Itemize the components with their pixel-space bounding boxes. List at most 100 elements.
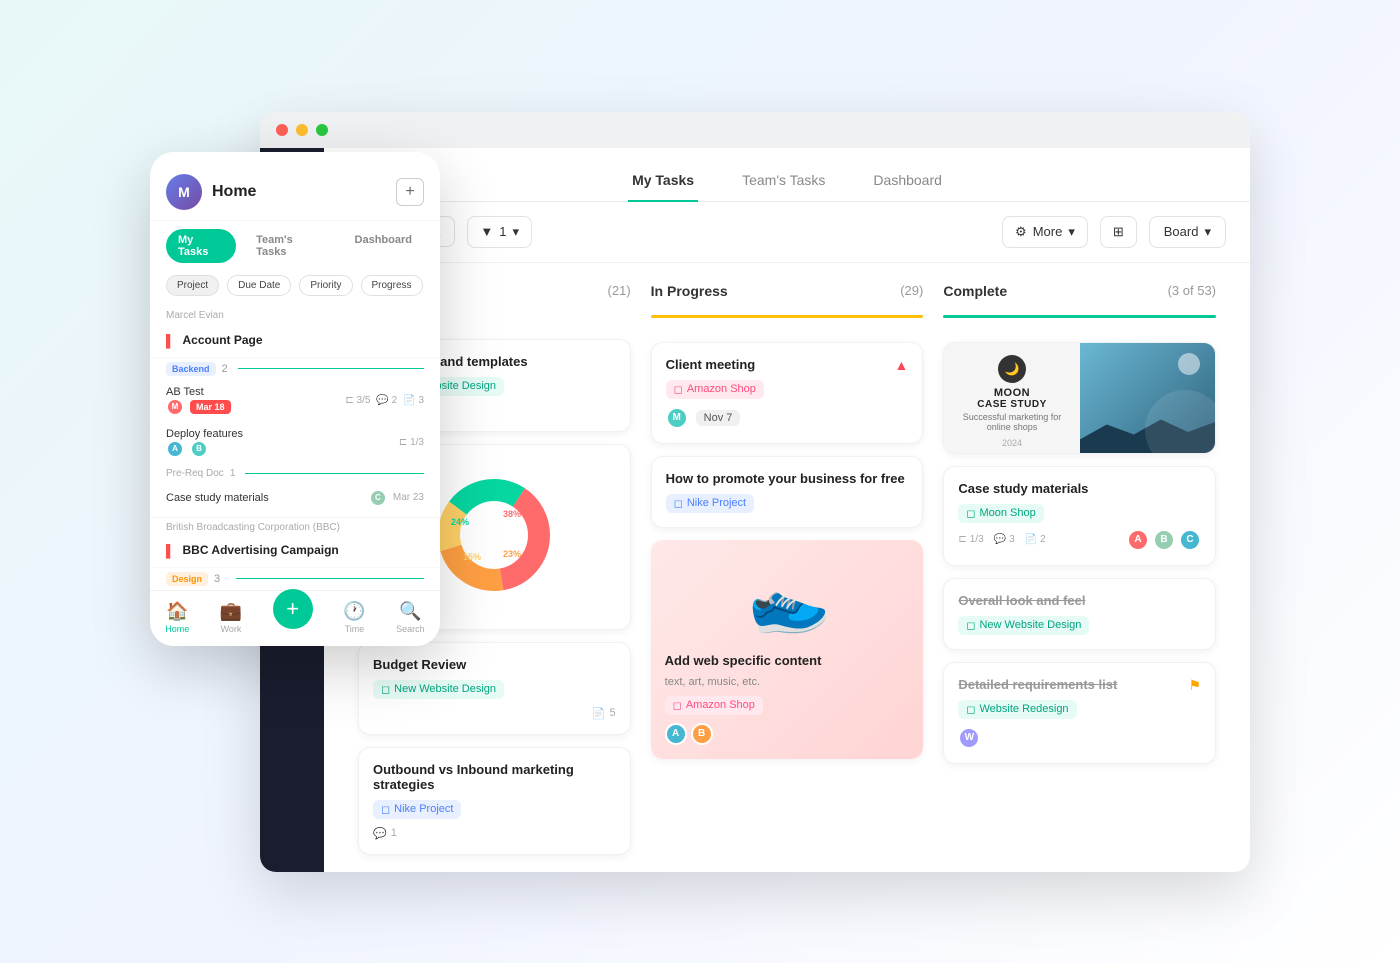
- avatar-web-1: A: [665, 723, 687, 745]
- complete-line: [943, 315, 1216, 318]
- mobile-nav-search[interactable]: 🔍 Search: [396, 601, 425, 634]
- avatar-deploy-1: A: [166, 440, 184, 458]
- toolbar: + + Add Task ▼ 1 ▾ ⚙ More ▾: [324, 202, 1250, 263]
- mobile-design-header: Design 3: [150, 568, 440, 590]
- priority-icon-bbc: ▌: [166, 544, 175, 558]
- file-icon: 📄: [592, 707, 606, 720]
- design-line: [236, 578, 424, 579]
- card-case-study-project[interactable]: ◻ Moon Shop: [958, 504, 1043, 523]
- meta-ab-files: 📄 3: [403, 395, 424, 406]
- card-web-content-project[interactable]: ◻ Amazon Shop: [665, 696, 763, 715]
- tag-icon-client: ◻: [674, 383, 683, 396]
- card-overall-look[interactable]: Overall look and feel ◻ New Website Desi…: [943, 578, 1216, 650]
- inprogress-count: (29): [900, 283, 923, 298]
- grid-view-button[interactable]: ⊞: [1100, 216, 1137, 248]
- donut-chart: 38% 23% 15% 24%: [434, 475, 554, 595]
- card-promote-business[interactable]: How to promote your business for free ◻ …: [651, 456, 924, 528]
- filter-button[interactable]: ▼ 1 ▾: [467, 216, 532, 248]
- card-web-content-title: Add web specific content: [665, 653, 910, 668]
- card-outbound-marketing[interactable]: Outbound vs Inbound marketing strategies…: [358, 747, 631, 855]
- maximize-button[interactable]: [316, 124, 328, 136]
- mobile-filter-priority[interactable]: Priority: [299, 275, 352, 296]
- card-budget-project[interactable]: ◻ New Website Design: [373, 680, 504, 699]
- mobile-overlay: M Home + My Tasks Team's Tasks Dashboard…: [150, 152, 440, 646]
- meta-ab-comments: 💬 2: [376, 395, 397, 406]
- mobile-task-account-page[interactable]: ▌ Account Page: [150, 325, 440, 358]
- mobile-nav-home[interactable]: 🏠 Home: [165, 601, 189, 634]
- card-outbound-project[interactable]: ◻ Nike Project: [373, 800, 461, 819]
- mobile-backend-header: Backend 2: [150, 358, 440, 380]
- shoe-image: 👟: [739, 554, 835, 647]
- time-nav-icon: 🕐: [343, 601, 365, 622]
- card-client-meeting-title: Client meeting: [666, 357, 756, 372]
- tasks-icon: ⊏: [958, 534, 966, 545]
- mobile-filter-bar: Project Due Date Priority Progress: [150, 271, 440, 304]
- card-add-web-content[interactable]: 👟 Add web specific content text, art, mu…: [651, 540, 924, 759]
- moon-card-image: [1080, 343, 1215, 454]
- complete-count: (3 of 53): [1168, 283, 1216, 298]
- mobile-nav-add[interactable]: +: [273, 589, 313, 629]
- date-case-mobile: Mar 23: [393, 492, 424, 503]
- card-case-study-materials[interactable]: Case study materials ◻ Moon Shop ⊏ 1/3: [943, 466, 1216, 566]
- tag-icon-outbound: ◻: [381, 803, 390, 816]
- mobile-case-study-mobile: Case study materials: [166, 492, 269, 504]
- mobile-ab-title: AB Test: [166, 386, 231, 398]
- card-detailed-title: Detailed requirements list: [958, 677, 1117, 692]
- mobile-filter-progress[interactable]: Progress: [361, 275, 423, 296]
- prereq-count: 1: [230, 468, 236, 479]
- chevron-down-icon: ▾: [512, 224, 519, 240]
- mobile-account-title: Account Page: [183, 333, 263, 347]
- minimize-button[interactable]: [296, 124, 308, 136]
- meta-ab-tasks: ⊏ 3/5: [345, 395, 370, 406]
- card-moon-case-study[interactable]: 🌙 moon CASE STUDY Successful marketing f…: [943, 342, 1216, 454]
- search-nav-icon: 🔍: [399, 601, 421, 622]
- inprogress-title: In Progress: [651, 283, 728, 299]
- date-tag: Nov 7: [696, 410, 741, 426]
- close-button[interactable]: [276, 124, 288, 136]
- board-view-button[interactable]: Board ▾: [1149, 216, 1226, 248]
- avatar-ab: M: [166, 398, 184, 416]
- mobile-filter-project[interactable]: Project: [166, 275, 219, 296]
- home-nav-icon: 🏠: [166, 601, 188, 622]
- mobile-nav-time[interactable]: 🕐 Time: [343, 601, 365, 634]
- mobile-filter-duedate[interactable]: Due Date: [227, 275, 291, 296]
- avatar-dr: W: [958, 727, 980, 749]
- card-detailed-requirements[interactable]: Detailed requirements list ⚑ ◻ Website R…: [943, 662, 1216, 764]
- tab-my-tasks[interactable]: My Tasks: [628, 164, 698, 202]
- mobile-task-bbc[interactable]: ▌ BBC Advertising Campaign: [150, 535, 440, 568]
- avatar-client-meeting: M: [666, 407, 688, 429]
- window-titlebar: [260, 112, 1250, 148]
- mobile-user-avatar: M: [166, 174, 202, 210]
- card-overall-project[interactable]: ◻ New Website Design: [958, 616, 1089, 635]
- mobile-tab-my-tasks[interactable]: My Tasks: [166, 229, 236, 263]
- card-client-project[interactable]: ◻ Amazon Shop: [666, 380, 764, 399]
- more-button[interactable]: ⚙ More ▾: [1002, 216, 1088, 248]
- meta-deploy-tasks: ⊏ 1/3: [399, 437, 424, 448]
- mobile-deploy-features[interactable]: Deploy features A B ⊏ 1/3: [150, 422, 440, 464]
- avatar-cs-1: A: [1127, 529, 1149, 551]
- todo-count: (21): [608, 283, 631, 298]
- mobile-home-title: Home: [212, 183, 256, 201]
- prereq-line: [245, 473, 424, 474]
- tab-dashboard[interactable]: Dashboard: [869, 164, 946, 202]
- tabs-bar: My Tasks Team's Tasks Dashboard: [324, 148, 1250, 202]
- complete-column: Complete (3 of 53) 🌙 moon CASE STUDY: [933, 283, 1226, 852]
- mobile-nav-work[interactable]: 💼 Work: [220, 601, 242, 634]
- mobile-header: M Home +: [150, 160, 440, 221]
- card-budget-review[interactable]: Budget Review ◻ New Website Design 📄 5: [358, 642, 631, 735]
- mobile-case-study-task[interactable]: Case study materials C Mar 23: [150, 483, 440, 513]
- priority-flag-icon: ⚑: [1188, 677, 1201, 694]
- card-overall-title: Overall look and feel: [958, 593, 1201, 608]
- mobile-tab-teams[interactable]: Team's Tasks: [244, 229, 334, 263]
- mobile-client-1: Marcel Evian: [166, 310, 424, 321]
- mobile-tab-dashboard[interactable]: Dashboard: [343, 229, 424, 263]
- card-detailed-project[interactable]: ◻ Website Redesign: [958, 700, 1076, 719]
- card-client-meeting[interactable]: Client meeting ▲ ◻ Amazon Shop M Nov 7: [651, 342, 924, 444]
- mobile-ab-test[interactable]: AB Test M Mar 18 ⊏ 3/5 💬 2 📄 3: [150, 380, 440, 422]
- avatar-case-mobile: C: [369, 489, 387, 507]
- card-promote-title: How to promote your business for free: [666, 471, 909, 486]
- mobile-add-button[interactable]: +: [396, 178, 424, 206]
- comments-icon: 💬: [994, 534, 1006, 545]
- card-promote-project[interactable]: ◻ Nike Project: [666, 494, 754, 513]
- tab-teams-tasks[interactable]: Team's Tasks: [738, 164, 829, 202]
